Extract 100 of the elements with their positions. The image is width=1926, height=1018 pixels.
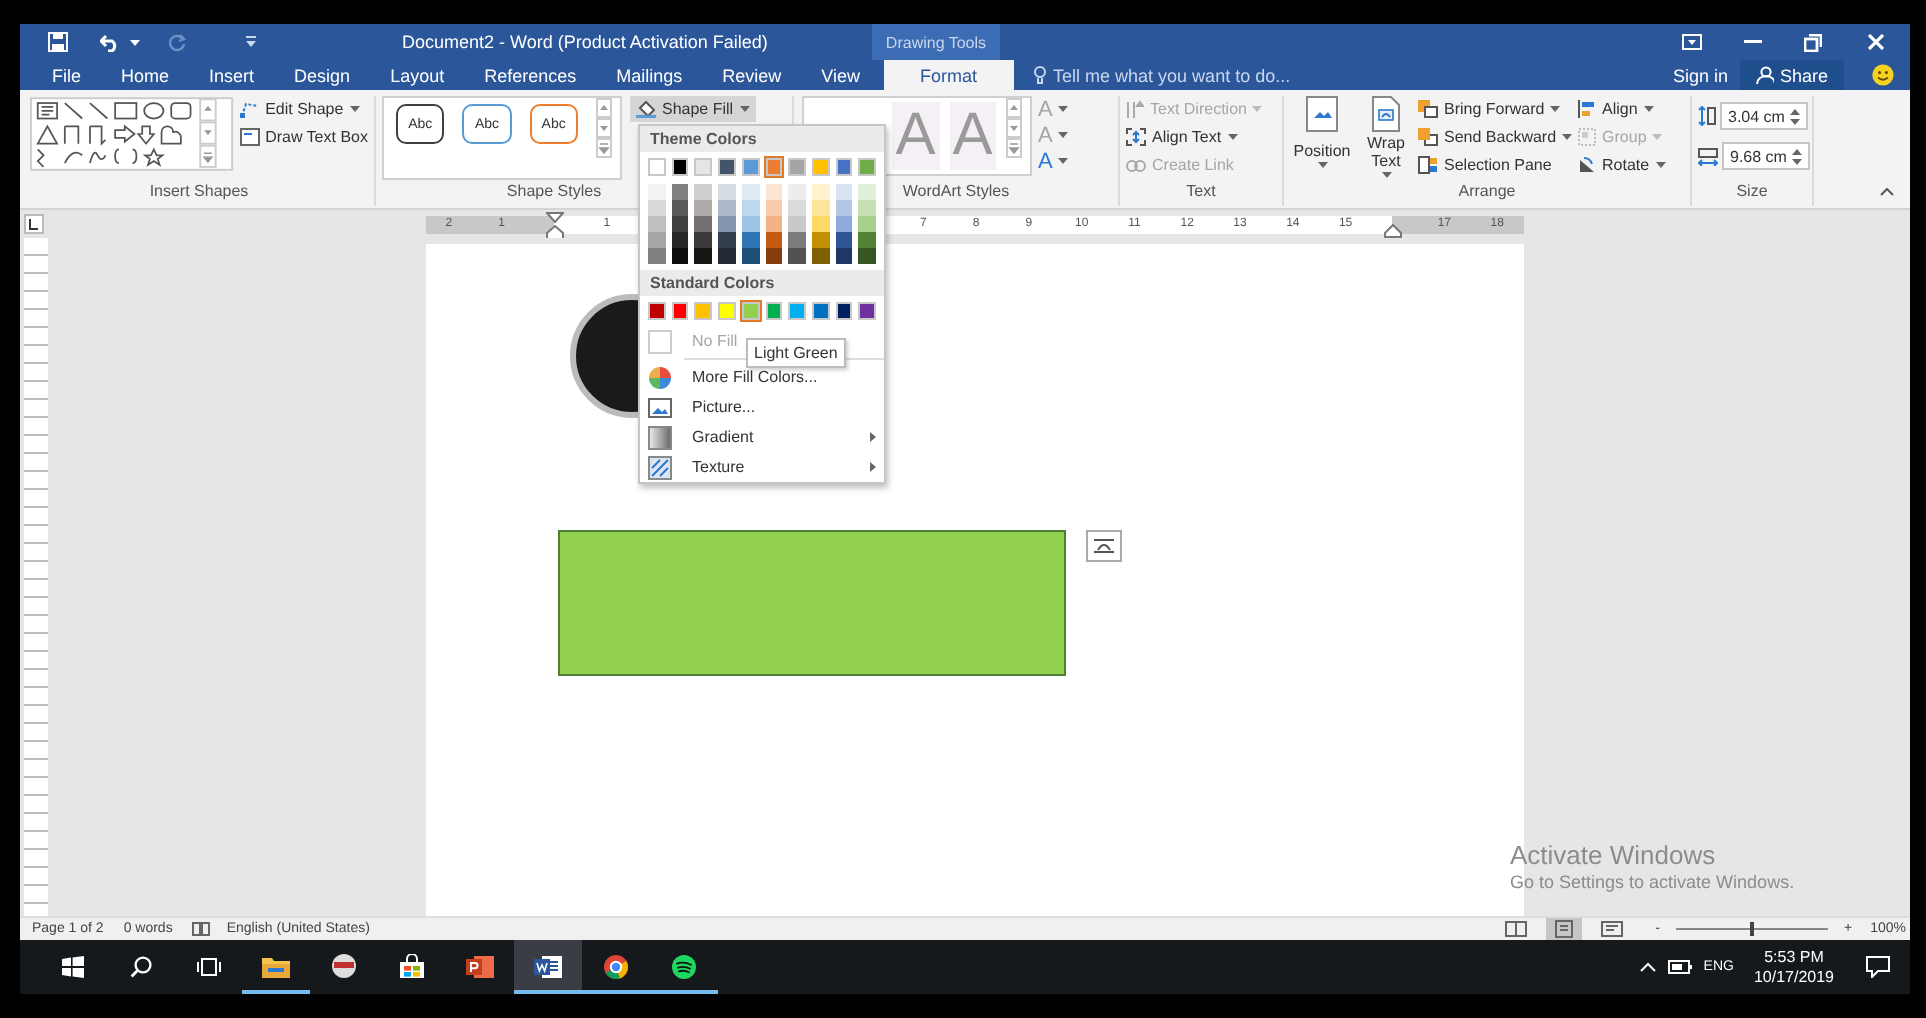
sign-in-link[interactable]: Sign in xyxy=(1660,60,1740,90)
collapse-ribbon-icon[interactable] xyxy=(1880,188,1894,196)
ribbon-tab[interactable]: File xyxy=(36,60,98,90)
color-swatch[interactable] xyxy=(648,158,666,176)
tell-me-field[interactable]: Tell me what you want to do... xyxy=(1033,60,1661,90)
color-swatch[interactable] xyxy=(741,200,760,216)
color-swatch[interactable] xyxy=(671,200,689,216)
scroll-down-icon[interactable] xyxy=(596,118,612,138)
ribbon-tab[interactable]: Review xyxy=(706,60,798,90)
color-swatch[interactable] xyxy=(858,158,877,176)
color-swatch[interactable] xyxy=(718,248,736,264)
color-swatch[interactable] xyxy=(788,158,806,176)
color-swatch[interactable] xyxy=(811,158,830,176)
layout-options-icon[interactable] xyxy=(1086,530,1122,562)
color-swatch[interactable] xyxy=(835,184,853,200)
color-swatch[interactable] xyxy=(835,302,853,320)
ribbon-tab[interactable]: References xyxy=(468,60,593,90)
color-swatch[interactable] xyxy=(694,302,713,320)
clock-date[interactable]: 10/17/2019 xyxy=(1753,967,1834,987)
color-swatch[interactable] xyxy=(811,200,830,216)
selection-pane-button[interactable]: Selection Pane xyxy=(1418,152,1573,178)
customize-menu-icon[interactable] xyxy=(246,36,256,48)
save-icon[interactable] xyxy=(48,32,68,52)
color-swatch[interactable] xyxy=(811,184,830,200)
close-icon[interactable] xyxy=(1868,34,1884,50)
color-swatch[interactable] xyxy=(671,184,689,200)
color-swatch[interactable] xyxy=(788,216,806,232)
battery-icon[interactable] xyxy=(1667,960,1692,974)
color-swatch[interactable] xyxy=(858,302,877,320)
color-swatch[interactable] xyxy=(671,216,689,232)
color-swatch[interactable] xyxy=(765,302,783,320)
color-swatch[interactable] xyxy=(741,248,760,264)
color-swatch[interactable] xyxy=(648,216,666,232)
shape-width-field[interactable]: 9.68 cm xyxy=(1722,142,1810,170)
gallery-more-icon[interactable] xyxy=(1006,138,1022,158)
color-swatch[interactable] xyxy=(694,184,713,200)
draw-text-box-button[interactable]: Draw Text Box xyxy=(239,124,368,150)
color-swatch[interactable] xyxy=(858,216,877,232)
ribbon-tab[interactable]: View xyxy=(805,60,877,90)
restore-icon[interactable] xyxy=(1803,33,1821,51)
color-swatch[interactable] xyxy=(858,200,877,216)
color-swatch[interactable] xyxy=(811,302,830,320)
tab-selector-icon[interactable] xyxy=(24,214,44,234)
color-swatch[interactable] xyxy=(694,200,713,216)
color-swatch[interactable] xyxy=(694,248,713,264)
send-backward-button[interactable]: Send Backward xyxy=(1418,124,1573,150)
color-swatch[interactable] xyxy=(718,216,736,232)
shape-fill-button[interactable]: Shape Fill xyxy=(630,96,756,122)
ribbon-display-options-icon[interactable] xyxy=(1682,34,1702,50)
color-swatch[interactable] xyxy=(835,158,853,176)
ribbon-tab[interactable]: Insert xyxy=(193,60,271,90)
shape-height-field[interactable]: 3.04 cm xyxy=(1720,102,1808,130)
color-swatch[interactable] xyxy=(788,232,806,248)
color-swatch[interactable] xyxy=(858,184,877,200)
color-swatch[interactable] xyxy=(671,302,689,320)
color-swatch[interactable] xyxy=(811,248,830,264)
color-swatch[interactable] xyxy=(835,200,853,216)
color-swatch[interactable] xyxy=(718,158,736,176)
rotate-button[interactable]: Rotate xyxy=(1578,152,1666,178)
spinner-icon[interactable] xyxy=(1792,147,1802,165)
view-button[interactable] xyxy=(1545,918,1582,940)
menu-item[interactable]: Picture... xyxy=(640,392,884,422)
ribbon-tab[interactable]: Mailings xyxy=(600,60,699,90)
ribbon-tab[interactable]: Design xyxy=(278,60,367,90)
color-swatch[interactable] xyxy=(694,158,713,176)
menu-item[interactable]: More Fill Colors... xyxy=(640,362,884,392)
taskbar-app-button[interactable] xyxy=(514,940,582,994)
color-swatch[interactable] xyxy=(741,216,760,232)
scroll-down-icon[interactable] xyxy=(1006,118,1022,138)
scroll-up-icon[interactable] xyxy=(1006,98,1022,118)
proofing-icon[interactable] xyxy=(192,922,211,936)
color-swatch[interactable] xyxy=(718,184,736,200)
color-swatch[interactable] xyxy=(694,232,713,248)
color-swatch[interactable] xyxy=(671,158,689,176)
color-swatch[interactable] xyxy=(835,248,853,264)
chevron-up-icon[interactable] xyxy=(1639,962,1656,972)
color-swatch[interactable] xyxy=(718,200,736,216)
color-swatch[interactable] xyxy=(835,232,853,248)
text-effects-button[interactable]: A xyxy=(1038,148,1069,174)
shapes-gallery-drawing[interactable] xyxy=(30,96,234,172)
minimize-icon[interactable] xyxy=(1743,40,1761,44)
align-text-button[interactable]: Align Text xyxy=(1126,124,1263,150)
share-button[interactable]: Share xyxy=(1739,60,1844,90)
edit-shape-button[interactable]: Edit Shape xyxy=(239,96,368,122)
color-swatch[interactable] xyxy=(671,232,689,248)
color-swatch[interactable] xyxy=(858,232,877,248)
smiley-icon[interactable] xyxy=(1872,64,1894,86)
color-swatch[interactable] xyxy=(648,248,666,264)
color-swatch[interactable] xyxy=(741,184,760,200)
color-swatch[interactable] xyxy=(765,232,783,248)
color-swatch[interactable] xyxy=(788,302,806,320)
rectangle-shape[interactable] xyxy=(558,530,1066,676)
color-swatch[interactable] xyxy=(788,248,806,264)
notification-icon[interactable] xyxy=(1866,956,1890,978)
color-swatch[interactable] xyxy=(811,232,830,248)
color-swatch[interactable] xyxy=(788,184,806,200)
color-swatch[interactable] xyxy=(765,248,783,264)
indent-marker-icon[interactable] xyxy=(545,211,563,239)
position-button[interactable]: Position xyxy=(1290,96,1354,168)
scroll-up-icon[interactable] xyxy=(596,98,612,118)
